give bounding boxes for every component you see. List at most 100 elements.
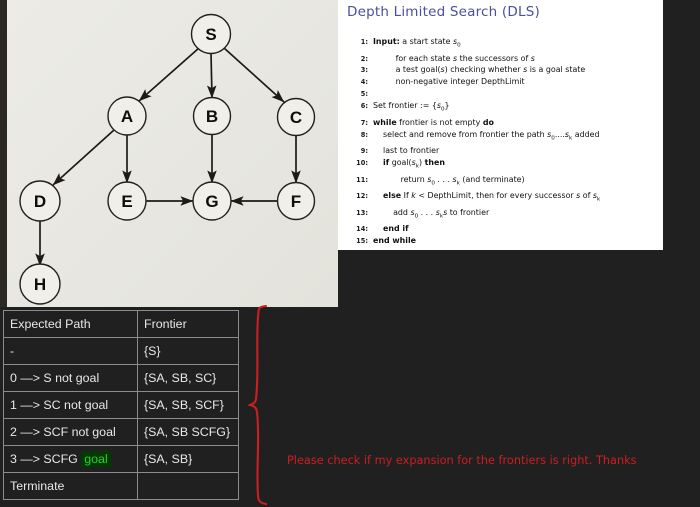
reviewer-note-text: Please check if my expansion for the fro…: [287, 454, 637, 467]
algorithm-line-text: if goal(sk) then: [383, 158, 445, 170]
dls-algorithm-listing: 1: Input: a start state s0 2: for each sta…: [346, 36, 659, 247]
svg-text:C: C: [290, 108, 302, 127]
algorithm-line-text: end while: [373, 236, 417, 246]
edge-S-C: [223, 47, 285, 103]
expansion-table: Expected Path Frontier - {S} 0 —> S not go…: [3, 310, 239, 500]
algorithm-line-number: 12:: [356, 192, 368, 201]
algorithm-line-number: 11:: [356, 175, 368, 184]
svg-text:H: H: [34, 275, 46, 294]
algorithm-line: 5:: [346, 88, 659, 100]
hand-drawn-graph-photo: S A B C D E G F H: [0, 0, 338, 307]
cell-expected-path: 3 —> SCFG goal: [3, 445, 138, 473]
graph-node-G: G: [192, 181, 232, 221]
cell-frontier: [137, 472, 239, 500]
graph-node-C: C: [276, 97, 316, 137]
dls-title: Depth Limited Search (DLS): [347, 4, 540, 20]
edge-S-A: [138, 47, 200, 102]
cell-frontier: {SA, SB, SCF}: [137, 391, 239, 419]
algorithm-line-text: end if: [383, 224, 409, 234]
algorithm-line: 13: add s0 . . . sks to frontier: [346, 207, 659, 224]
algorithm-line: 6: Set frontier := {s0}: [346, 100, 659, 117]
column-header-expected-path: Expected Path: [3, 310, 138, 338]
graph-node-F: F: [276, 181, 316, 221]
algorithm-line-text: last to frontier: [373, 146, 440, 156]
dls-pseudocode-panel: Depth Limited Search (DLS) 1: Input: a st…: [338, 0, 663, 250]
graph-svg: S A B C D E G F H: [19, 13, 316, 305]
algorithm-line: 10: if goal(sk) then: [346, 157, 659, 174]
algorithm-line-number: 4:: [360, 78, 368, 87]
graph-node-E: E: [107, 181, 147, 221]
table-row: 3 —> SCFG goal {SA, SB}: [3, 445, 239, 473]
table-row: Terminate: [3, 472, 239, 500]
algorithm-line: 8: select and remove from frontier the p…: [346, 129, 659, 146]
red-curly-brace-annotation: [248, 304, 268, 506]
algorithm-line-text: [373, 88, 659, 100]
algorithm-line-number: 8:: [360, 130, 368, 139]
algorithm-line: 2: for each state s the successors of s: [346, 53, 659, 65]
algorithm-line-text: else If k < DepthLimit, then for every s…: [383, 191, 601, 203]
algorithm-line: 9: last to frontier: [346, 145, 659, 157]
algorithm-line: 1: Input: a start state s0: [346, 36, 659, 53]
cell-frontier: {SA, SB SCFG}: [137, 418, 239, 446]
svg-text:S: S: [205, 25, 216, 44]
algorithm-line: 14: end if: [346, 223, 659, 235]
expansion-table-body: Expected Path Frontier - {S} 0 —> S not go…: [3, 310, 239, 500]
graph-node-S: S: [190, 13, 232, 55]
cell-frontier: {S}: [137, 337, 239, 365]
edge-S-B: [206, 52, 217, 99]
algorithm-line-number: 14:: [356, 225, 368, 234]
graph-nodes: S A B C D E G F H: [19, 13, 316, 305]
algorithm-line-text: non-negative integer DepthLimit: [373, 77, 525, 87]
graph-node-D: D: [19, 180, 61, 222]
cell-expected-path: 1 —> SC not goal: [3, 391, 138, 419]
algorithm-line: 7: while frontier is not empty do: [346, 117, 659, 129]
algorithm-line-text: Input: a start state s0: [373, 37, 461, 49]
algorithm-line: 4: non-negative integer DepthLimit: [346, 76, 659, 88]
edge-A-D: [52, 129, 115, 186]
cell-frontier: {SA, SB}: [137, 445, 239, 473]
table-row: - {S}: [3, 337, 239, 365]
algorithm-line-text: while frontier is not empty do: [373, 117, 494, 127]
table-header-row: Expected Path Frontier: [3, 310, 239, 338]
cell-expected-path: -: [3, 337, 138, 365]
algorithm-line-number: 5:: [360, 90, 368, 99]
algorithm-line: 15: end while: [346, 235, 659, 247]
graph-node-B: B: [192, 96, 232, 136]
algorithm-line-number: 3:: [360, 66, 368, 75]
algorithm-line-number: 13:: [356, 208, 368, 217]
algorithm-line-number: 15:: [356, 237, 368, 246]
table-row: 0 —> S not goal {SA, SB, SC}: [3, 364, 239, 392]
algorithm-line-text: Set frontier := {s0}: [373, 101, 450, 113]
algorithm-line-text: return s0 . . . sk (and terminate): [373, 174, 525, 187]
algorithm-line-number: 1:: [360, 38, 368, 46]
graph-node-A: A: [107, 96, 147, 136]
algorithm-line: 3: a test goal(s) checking whether s is …: [346, 64, 659, 76]
svg-text:E: E: [121, 192, 132, 211]
table-row: 1 —> SC not goal {SA, SB, SCF}: [3, 391, 239, 419]
algorithm-line-number: 2:: [360, 54, 368, 63]
cell-expected-path: 2 —> SCF not goal: [3, 418, 138, 446]
algorithm-line-number: 6:: [360, 102, 368, 111]
svg-text:G: G: [205, 192, 218, 211]
graph-node-H: H: [19, 263, 61, 305]
algorithm-line-text: add s0 . . . sks to frontier: [373, 207, 490, 220]
algorithm-line-number: 9:: [360, 147, 368, 156]
algorithm-line-text: for each state s the successors of s: [373, 53, 535, 63]
svg-text:A: A: [121, 107, 133, 126]
svg-text:F: F: [291, 192, 301, 211]
algorithm-line-text: a test goal(s) checking whether s is a g…: [373, 65, 586, 75]
cell-frontier: {SA, SB, SC}: [137, 364, 239, 392]
graph-edges: [35, 47, 301, 267]
svg-text:B: B: [206, 107, 218, 126]
column-header-frontier: Frontier: [137, 310, 239, 338]
cell-expected-path: 0 —> S not goal: [3, 364, 138, 392]
algorithm-line: 11: return s0 . . . sk (and terminate): [346, 174, 659, 191]
cell-expected-path: Terminate: [3, 472, 138, 500]
goal-highlight: goal: [81, 450, 111, 467]
algorithm-line-number: 10:: [356, 159, 368, 168]
algorithm-line-text: select and remove from frontier the path…: [373, 129, 600, 142]
svg-text:D: D: [34, 192, 46, 211]
algorithm-line: 12: else If k < DepthLimit, then for eve…: [346, 190, 659, 207]
table-row: 2 —> SCF not goal {SA, SB SCFG}: [3, 418, 239, 446]
algorithm-line-number: 7:: [360, 118, 368, 127]
